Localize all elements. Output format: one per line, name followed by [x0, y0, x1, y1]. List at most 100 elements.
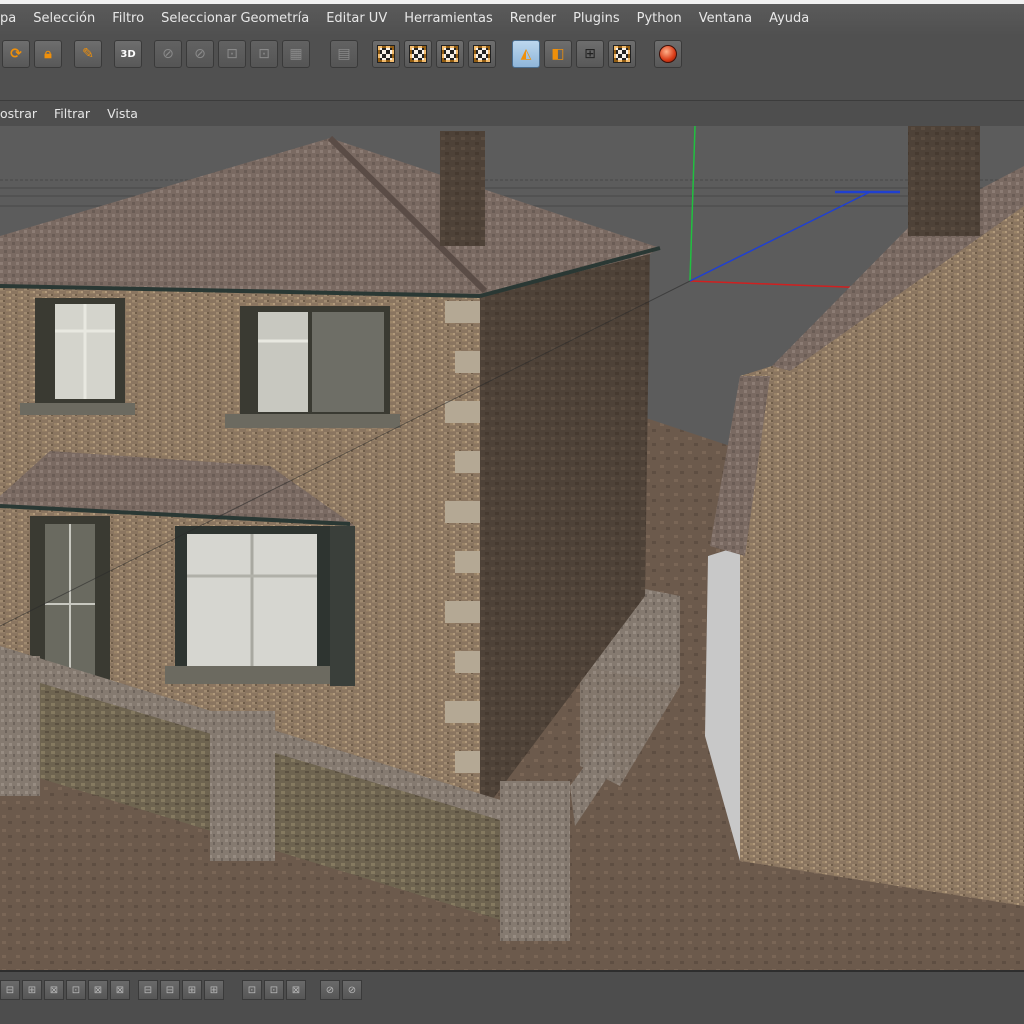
grid-checker-icon [613, 45, 631, 63]
uv-align-3-icon: ⊞ [187, 984, 197, 996]
menu-plugins[interactable]: Plugins [573, 11, 620, 26]
texture-mode-button[interactable] [372, 40, 400, 68]
toolbar-group-6 [372, 38, 500, 70]
3d-viewport[interactable] [0, 126, 1024, 970]
render-button[interactable] [654, 40, 682, 68]
right-house-chimney [908, 126, 980, 236]
viewport-menu-mostrar[interactable]: ostrar [0, 106, 37, 121]
uv-align-4-button[interactable]: ⊞ [204, 980, 224, 1000]
menu-mapa[interactable]: pa [0, 11, 16, 26]
mirror-y-button[interactable]: ⊘ [186, 40, 214, 68]
menu-editar-uv[interactable]: Editar UV [326, 11, 387, 26]
toolbar-group-7: ◭ ◧ ⊞ [512, 38, 640, 70]
mirror-y-icon: ⊘ [194, 46, 206, 62]
checker-button[interactable] [404, 40, 432, 68]
grid-button[interactable]: ▦ [282, 40, 310, 68]
grid-icon: ▦ [289, 46, 303, 62]
subdiv-2-icon: ⊡ [258, 46, 270, 62]
rotate-tool-button[interactable]: ⟳ [2, 40, 30, 68]
texture-mode-icon [377, 45, 395, 63]
axis-checker-button[interactable] [436, 40, 464, 68]
toolbar-group-2: ✎ [74, 38, 106, 70]
uv-align-1-button[interactable]: ⊟ [138, 980, 158, 1000]
gate-pillar-right [500, 781, 570, 941]
cinema4d-window: pa Selección Filtro Seleccionar Geometrí… [0, 0, 1024, 1024]
rotate-icon: ⟳ [10, 46, 22, 62]
menu-filtro[interactable]: Filtro [112, 11, 144, 26]
uv-tool-2-icon: ⊞ [27, 984, 37, 996]
menu-ayuda[interactable]: Ayuda [769, 11, 809, 26]
render-view-icon: ▤ [337, 46, 351, 62]
checker-2-icon [473, 45, 491, 63]
toolbar-group-5: ▤ [330, 38, 362, 70]
uv-align-2-icon: ⊟ [165, 984, 175, 996]
main-menu-bar: pa Selección Filtro Seleccionar Geometrí… [0, 0, 1024, 37]
checker-2-button[interactable] [468, 40, 496, 68]
quad-button[interactable]: ◧ [544, 40, 572, 68]
bottom-group-2: ⊟ ⊟ ⊞ ⊞ [138, 980, 226, 1000]
uv-tool-5-icon: ⊠ [93, 984, 103, 996]
grid-view-button[interactable]: ⊞ [576, 40, 604, 68]
menu-render[interactable]: Render [510, 11, 556, 26]
uv-tool-1-icon: ⊟ [5, 984, 15, 996]
menu-herramientas[interactable]: Herramientas [404, 11, 493, 26]
axis-checker-icon [441, 45, 459, 63]
uv-tool-6-button[interactable]: ⊠ [110, 980, 130, 1000]
menu-seleccion[interactable]: Selección [33, 11, 95, 26]
uv-mirror-1-button[interactable]: ⊘ [320, 980, 340, 1000]
quad-icon: ◧ [551, 46, 565, 62]
mirror-x-icon: ⊘ [162, 46, 174, 62]
polygon-mode-icon: ◭ [520, 46, 532, 62]
uv-mirror-1-icon: ⊘ [325, 984, 335, 996]
uv-tool-2-button[interactable]: ⊞ [22, 980, 42, 1000]
viewport-menu-vista[interactable]: Vista [107, 106, 138, 121]
grid-view-icon: ⊞ [584, 46, 596, 62]
render-view-button[interactable]: ▤ [330, 40, 358, 68]
uv-align-3-button[interactable]: ⊞ [182, 980, 202, 1000]
corner-pillar [0, 656, 40, 796]
lower-bay-window [165, 526, 355, 686]
brush-3d-button[interactable]: 3D [114, 40, 142, 68]
gate-pillar-left [210, 711, 275, 861]
grid-checker-button[interactable] [608, 40, 636, 68]
brush-icon: ✎ [82, 46, 94, 62]
brush-button[interactable]: ✎ [74, 40, 102, 68]
uv-transform-3-button[interactable]: ⊠ [286, 980, 306, 1000]
uv-transform-1-icon: ⊡ [247, 984, 257, 996]
uv-transform-2-button[interactable]: ⊡ [264, 980, 284, 1000]
menu-seleccionar-geometria[interactable]: Seleccionar Geometría [161, 11, 309, 26]
brush-3d-icon: 3D [120, 48, 136, 60]
viewport-menu-filtrar[interactable]: Filtrar [54, 106, 90, 121]
render-globe-icon [659, 45, 677, 63]
bottom-group-1: ⊟ ⊞ ⊠ ⊡ ⊠ ⊠ [0, 980, 132, 1000]
upper-window-right [225, 306, 400, 428]
lock-texture-icon: 🔒︎ [44, 46, 52, 62]
polygon-mode-button[interactable]: ◭ [512, 40, 540, 68]
menu-ventana[interactable]: Ventana [699, 11, 752, 26]
mirror-x-button[interactable]: ⊘ [154, 40, 182, 68]
uv-transform-3-icon: ⊠ [291, 984, 301, 996]
main-toolbar: ⟳ 🔒︎ ✎ 3D ⊘ ⊘ ⊡ ⊡ ▦ ▤ ◭ ◧ ⊞ [0, 36, 1024, 101]
toolbar-group-1: ⟳ 🔒︎ [2, 38, 66, 70]
uv-tool-4-icon: ⊡ [71, 984, 81, 996]
lock-texture-button[interactable]: 🔒︎ [34, 40, 62, 68]
uv-tool-3-button[interactable]: ⊠ [44, 980, 64, 1000]
viewport-scene [0, 126, 1024, 970]
uv-mirror-2-button[interactable]: ⊘ [342, 980, 362, 1000]
bottom-group-4: ⊘ ⊘ [320, 980, 364, 1000]
uv-tool-1-button[interactable]: ⊟ [0, 980, 20, 1000]
uv-transform-1-button[interactable]: ⊡ [242, 980, 262, 1000]
toolbar-group-4: ⊘ ⊘ ⊡ ⊡ ▦ [154, 38, 314, 70]
menu-python[interactable]: Python [637, 11, 682, 26]
subdiv-button[interactable]: ⊡ [218, 40, 246, 68]
bottom-group-3: ⊡ ⊡ ⊠ [242, 980, 308, 1000]
bottom-toolbar: ⊟ ⊞ ⊠ ⊡ ⊠ ⊠ ⊟ ⊟ ⊞ ⊞ ⊡ ⊡ ⊠ ⊘ ⊘ [0, 970, 1024, 1024]
checker-icon [409, 45, 427, 63]
subdiv-2-button[interactable]: ⊡ [250, 40, 278, 68]
uv-align-2-button[interactable]: ⊟ [160, 980, 180, 1000]
uv-transform-2-icon: ⊡ [269, 984, 279, 996]
uv-tool-5-button[interactable]: ⊠ [88, 980, 108, 1000]
viewport-menu-bar: ostrar Filtrar Vista [0, 101, 1024, 127]
uv-align-4-icon: ⊞ [209, 984, 219, 996]
uv-tool-4-button[interactable]: ⊡ [66, 980, 86, 1000]
